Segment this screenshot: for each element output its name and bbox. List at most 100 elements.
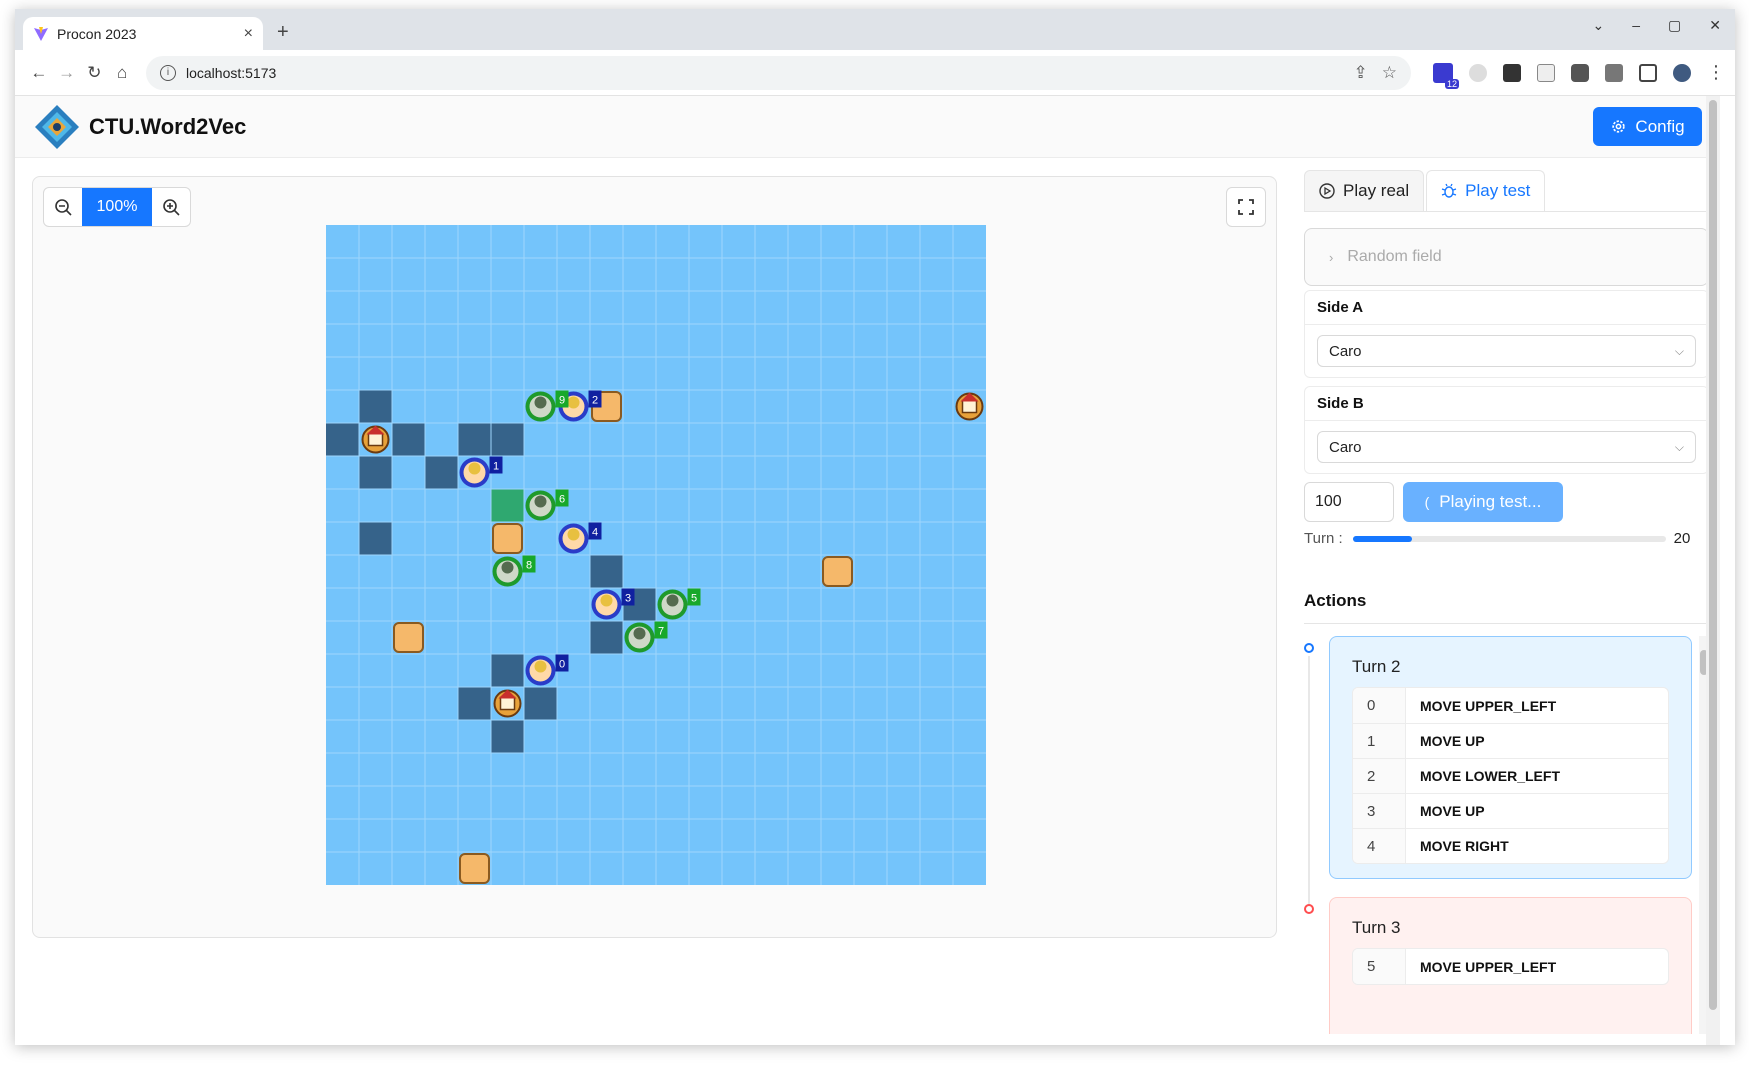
agent-index: 2 <box>1353 759 1406 793</box>
home-icon[interactable]: ⌂ <box>108 63 136 83</box>
timeline-dot-red <box>1304 904 1314 914</box>
action-table: 0 MOVE UPPER_LEFT 1 MOVE UP 2 MOVE LOWER_LE… <box>1352 687 1669 864</box>
fullscreen-button[interactable] <box>1226 187 1266 227</box>
wall-cell <box>590 555 623 588</box>
control-panel: Play real Play test › Random field Side … <box>1304 170 1709 1045</box>
agent-id-label: 7 <box>658 626 664 638</box>
turn-label: Turn : <box>1304 530 1343 547</box>
wall-cell <box>491 720 524 753</box>
share-icon[interactable]: ⇪ <box>1354 63 1368 83</box>
config-button[interactable]: Config <box>1593 107 1702 146</box>
playing-test-label: Playing test... <box>1439 492 1542 511</box>
tab-play-real-label: Play real <box>1343 181 1410 200</box>
playing-test-button[interactable]: ( Playing test... <box>1403 482 1563 522</box>
agent-id-label: 6 <box>559 494 565 506</box>
browser-tab[interactable]: Procon 2023 × <box>23 17 263 50</box>
agent-move: MOVE RIGHT <box>1420 838 1509 854</box>
side-a-select[interactable]: Caro ⌵ <box>1317 335 1696 367</box>
timeline-line <box>1308 656 1310 906</box>
mode-tabs: Play real Play test <box>1304 170 1709 212</box>
tab-play-test[interactable]: Play test <box>1426 170 1546 211</box>
browser-toolbar: ← → ↻ ⌂ i localhost:5173 ⇪ ☆ 12 ⋮ <box>15 50 1735 96</box>
turn-slider[interactable] <box>1352 535 1666 542</box>
zoom-controls: 100% <box>43 187 191 227</box>
agent-index: 1 <box>1353 724 1406 758</box>
new-tab-button[interactable]: + <box>277 21 289 44</box>
minimize-icon[interactable]: – <box>1632 17 1640 34</box>
zoom-out-button[interactable] <box>44 188 82 226</box>
action-table: 5 MOVE UPPER_LEFT <box>1352 948 1669 985</box>
board-panel: 100% 0 1 2 3 4 5 6 7 8 9 <box>32 176 1277 938</box>
extensions-puzzle-icon[interactable] <box>1571 63 1589 82</box>
site-info-icon[interactable]: i <box>160 64 176 81</box>
side-b-value: Caro <box>1329 438 1362 456</box>
agent-id-label: 8 <box>526 560 532 572</box>
wall-cell <box>590 621 623 654</box>
castle-icon <box>493 689 522 718</box>
tab-close-icon[interactable]: × <box>244 25 253 43</box>
turn-slider-row: Turn : 20 <box>1304 530 1709 547</box>
reload-icon[interactable]: ↻ <box>81 63 109 83</box>
bookmark-star-icon[interactable]: ☆ <box>1382 63 1397 83</box>
agent-move: MOVE LOWER_LEFT <box>1420 768 1560 784</box>
agent-id-label: 4 <box>592 527 598 539</box>
territory-cell <box>491 489 524 522</box>
side-panel-icon[interactable] <box>1639 63 1657 82</box>
extension-graduation-icon[interactable]: 12 <box>1433 62 1459 89</box>
maximize-icon[interactable]: ▢ <box>1668 17 1681 34</box>
back-icon[interactable]: ← <box>25 63 53 83</box>
agent-id-label: 1 <box>493 461 499 473</box>
side-a-value: Caro <box>1329 342 1362 360</box>
agent-index: 5 <box>1353 949 1406 984</box>
wall-cell <box>491 423 524 456</box>
reading-list-icon[interactable] <box>1605 63 1623 82</box>
turn-value: 20 <box>1673 530 1691 547</box>
pond-tile <box>393 622 424 653</box>
profile-avatar[interactable] <box>1673 63 1691 82</box>
wall-cell <box>326 423 359 456</box>
fullscreen-icon <box>1238 199 1254 215</box>
agent-id-label: 5 <box>691 593 697 605</box>
side-b-card: Side B Caro ⌵ <box>1304 386 1709 474</box>
extensions-bar: 12 ⋮ <box>1433 62 1725 89</box>
wall-cell <box>359 390 392 423</box>
url-text: localhost:5173 <box>186 64 277 81</box>
turn-card: Turn 2 0 MOVE UPPER_LEFT 1 MOVE UP 2 MOVE L… <box>1329 636 1692 879</box>
address-bar[interactable]: i localhost:5173 ⇪ ☆ <box>146 55 1411 90</box>
vite-favicon-icon <box>34 26 48 41</box>
forward-icon[interactable]: → <box>53 63 81 83</box>
wall-cell <box>392 423 425 456</box>
loading-spinner-icon: ( <box>1424 494 1430 510</box>
chevron-down-icon: ⌵ <box>1674 343 1684 358</box>
game-board[interactable]: 0 1 2 3 4 5 6 7 8 9 <box>326 225 986 885</box>
wall-cell <box>524 687 557 720</box>
extension-document-icon[interactable] <box>1537 63 1555 82</box>
side-b-label: Side B <box>1305 387 1708 421</box>
tab-play-test-label: Play test <box>1465 181 1531 200</box>
turns-input[interactable]: 100 <box>1304 482 1394 522</box>
zoom-level[interactable]: 100% <box>82 188 152 226</box>
agent-id-label: 3 <box>625 593 631 605</box>
random-field-collapse[interactable]: › Random field <box>1304 228 1709 286</box>
tab-search-icon[interactable]: ⌄ <box>1593 17 1605 34</box>
agent-index: 3 <box>1353 794 1406 828</box>
tab-play-real[interactable]: Play real <box>1304 170 1425 211</box>
pond-tile <box>492 523 523 554</box>
zoom-in-button[interactable] <box>152 188 190 226</box>
zoom-in-icon <box>163 199 180 216</box>
tab-strip: Procon 2023 × + ⌄ – ▢ ✕ <box>15 9 1735 50</box>
side-a-card: Side A Caro ⌵ <box>1304 290 1709 378</box>
agent-id-label: 9 <box>559 395 565 407</box>
agent-index: 0 <box>1353 688 1406 723</box>
close-window-icon[interactable]: ✕ <box>1709 17 1721 34</box>
page-scrollbar[interactable] <box>1706 96 1720 1045</box>
bug-icon <box>1441 183 1457 198</box>
window-controls: ⌄ – ▢ ✕ <box>1593 17 1722 34</box>
extension-timer-icon[interactable] <box>1469 63 1487 82</box>
browser-window: Procon 2023 × + ⌄ – ▢ ✕ ← → ↻ ⌂ i localh… <box>15 9 1735 1045</box>
side-b-select[interactable]: Caro ⌵ <box>1317 431 1696 463</box>
action-row: 1 MOVE UP <box>1353 723 1668 758</box>
browser-menu-icon[interactable]: ⋮ <box>1707 62 1725 83</box>
wall-cell <box>458 423 491 456</box>
extension-gmp-icon[interactable] <box>1503 63 1521 82</box>
